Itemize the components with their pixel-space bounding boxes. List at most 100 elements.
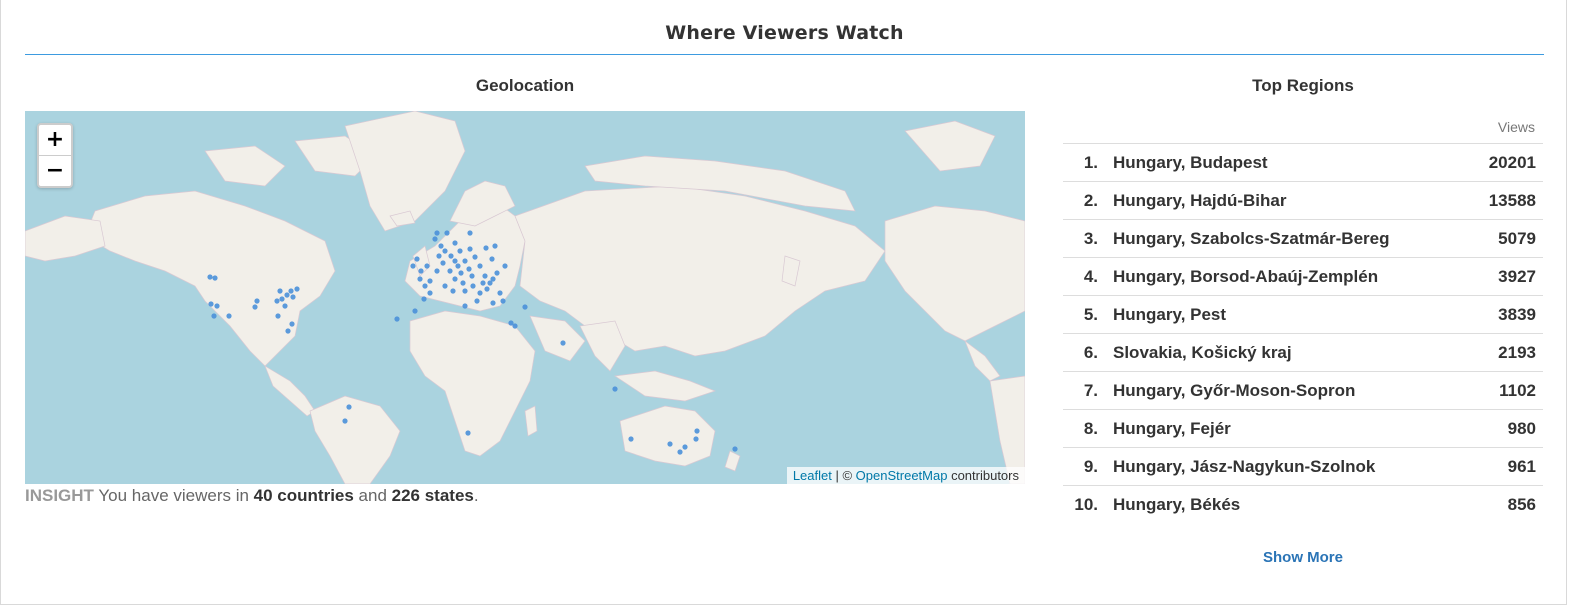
- viewer-marker: [432, 236, 438, 242]
- viewer-marker: [440, 260, 446, 266]
- viewer-marker: [522, 304, 528, 310]
- viewer-marker: [412, 308, 418, 314]
- viewer-marker: [436, 253, 442, 259]
- region-row: 6. Slovakia, Košický kraj 2193: [1063, 334, 1543, 372]
- region-name: Hungary, Borsod-Abaúj-Zemplén: [1113, 266, 1379, 286]
- region-rank: 3.: [1083, 228, 1098, 248]
- geolocation-map[interactable]: + − Leaflet | © OpenStreetMap contributo…: [25, 111, 1025, 484]
- region-name: Hungary, Budapest: [1113, 152, 1268, 172]
- region-rank: 2.: [1083, 190, 1098, 210]
- viewer-marker: [421, 296, 427, 302]
- viewer-markers: [207, 230, 738, 455]
- geolocation-title: Geolocation: [475, 76, 575, 95]
- viewer-marker: [484, 286, 490, 292]
- viewer-marker: [410, 263, 416, 269]
- viewer-marker: [290, 294, 296, 300]
- viewer-marker: [628, 436, 634, 442]
- region-views: 856: [1507, 494, 1536, 514]
- insight-countries: 40 countries: [253, 486, 354, 505]
- viewer-marker: [289, 321, 295, 327]
- viewer-marker: [448, 253, 454, 259]
- viewer-marker: [450, 288, 456, 294]
- viewer-marker: [444, 230, 450, 236]
- viewer-marker: [275, 313, 281, 319]
- viewer-marker: [667, 441, 673, 447]
- viewer-marker: [282, 303, 288, 309]
- viewer-marker: [477, 263, 483, 269]
- region-views: 3839: [1498, 304, 1536, 324]
- viewer-marker: [732, 446, 738, 452]
- viewer-marker: [452, 276, 458, 282]
- viewer-marker: [472, 254, 478, 260]
- region-row: 1. Hungary, Budapest 20201: [1063, 144, 1543, 182]
- region-views: 5079: [1498, 228, 1536, 248]
- insight-label: INSIGHT: [25, 486, 94, 505]
- viewer-marker: [284, 292, 290, 298]
- region-row: 7. Hungary, Győr-Moson-Sopron 1102: [1063, 372, 1543, 410]
- viewer-marker: [211, 313, 217, 319]
- viewer-marker: [294, 286, 300, 292]
- viewer-marker: [477, 290, 483, 296]
- viewer-marker: [489, 256, 495, 262]
- viewer-marker: [342, 418, 348, 424]
- top-regions-table: Views 1. Hungary, Budapest 20201 2. Hungary,…: [1063, 116, 1543, 523]
- attribution-suffix: contributors: [947, 468, 1019, 483]
- viewer-marker: [208, 301, 214, 307]
- insight-text-1: You have viewers in: [93, 486, 254, 505]
- viewer-marker: [494, 270, 500, 276]
- viewer-marker: [457, 248, 463, 254]
- viewer-marker: [474, 298, 480, 304]
- viewer-marker: [677, 449, 683, 455]
- viewer-marker: [394, 316, 400, 322]
- region-name: Hungary, Békés: [1113, 494, 1241, 514]
- region-views: 3927: [1498, 266, 1536, 286]
- viewer-marker: [274, 298, 280, 304]
- viewer-marker: [612, 386, 618, 392]
- viewer-marker: [483, 245, 489, 251]
- viewer-marker: [492, 243, 498, 249]
- views-column-header: Views: [1063, 116, 1543, 144]
- viewer-marker: [254, 298, 260, 304]
- region-row: 5. Hungary, Pest 3839: [1063, 296, 1543, 334]
- region-rank: 7.: [1083, 380, 1098, 400]
- viewer-marker: [346, 404, 352, 410]
- region-rank: 9.: [1083, 456, 1098, 476]
- region-views: 961: [1507, 456, 1536, 476]
- viewer-marker: [480, 280, 486, 286]
- top-regions-title: Top Regions: [1252, 76, 1354, 95]
- viewer-marker: [427, 278, 433, 284]
- viewer-marker: [466, 266, 472, 272]
- openstreetmap-link[interactable]: OpenStreetMap: [856, 468, 948, 483]
- viewer-marker: [452, 258, 458, 264]
- viewer-marker: [682, 444, 688, 450]
- viewer-marker: [465, 430, 471, 436]
- viewer-marker: [438, 243, 444, 249]
- viewer-marker: [500, 298, 506, 304]
- insight-text: INSIGHT You have viewers in 40 countries…: [25, 486, 479, 506]
- region-rank: 6.: [1083, 342, 1098, 362]
- viewer-marker: [288, 288, 294, 294]
- region-rank: 8.: [1083, 418, 1098, 438]
- region-row: 4. Hungary, Borsod-Abaúj-Zemplén 3927: [1063, 258, 1543, 296]
- show-more-button[interactable]: Show More: [1063, 549, 1543, 566]
- leaflet-link[interactable]: Leaflet: [793, 468, 832, 483]
- viewer-marker: [490, 276, 496, 282]
- attribution-separator: | ©: [831, 468, 856, 483]
- insight-states: 226 states: [391, 486, 474, 505]
- viewer-marker: [422, 283, 428, 289]
- region-name: Slovakia, Košický kraj: [1113, 342, 1292, 362]
- viewer-marker: [467, 246, 473, 252]
- region-row: 3. Hungary, Szabolcs-Szatmár-Bereg 5079: [1063, 220, 1543, 258]
- viewer-marker: [442, 248, 448, 254]
- region-name: Hungary, Jász-Nagykun-Szolnok: [1113, 456, 1376, 476]
- zoom-out-button[interactable]: −: [39, 156, 71, 186]
- zoom-in-button[interactable]: +: [39, 125, 71, 156]
- region-row: 8. Hungary, Fejér 980: [1063, 410, 1543, 448]
- viewer-marker: [512, 323, 518, 329]
- region-rank: 10.: [1074, 494, 1098, 514]
- viewer-marker: [427, 290, 433, 296]
- title-divider: [25, 54, 1544, 55]
- insight-text-3: .: [473, 486, 479, 505]
- viewer-marker: [434, 268, 440, 274]
- viewer-marker: [560, 340, 566, 346]
